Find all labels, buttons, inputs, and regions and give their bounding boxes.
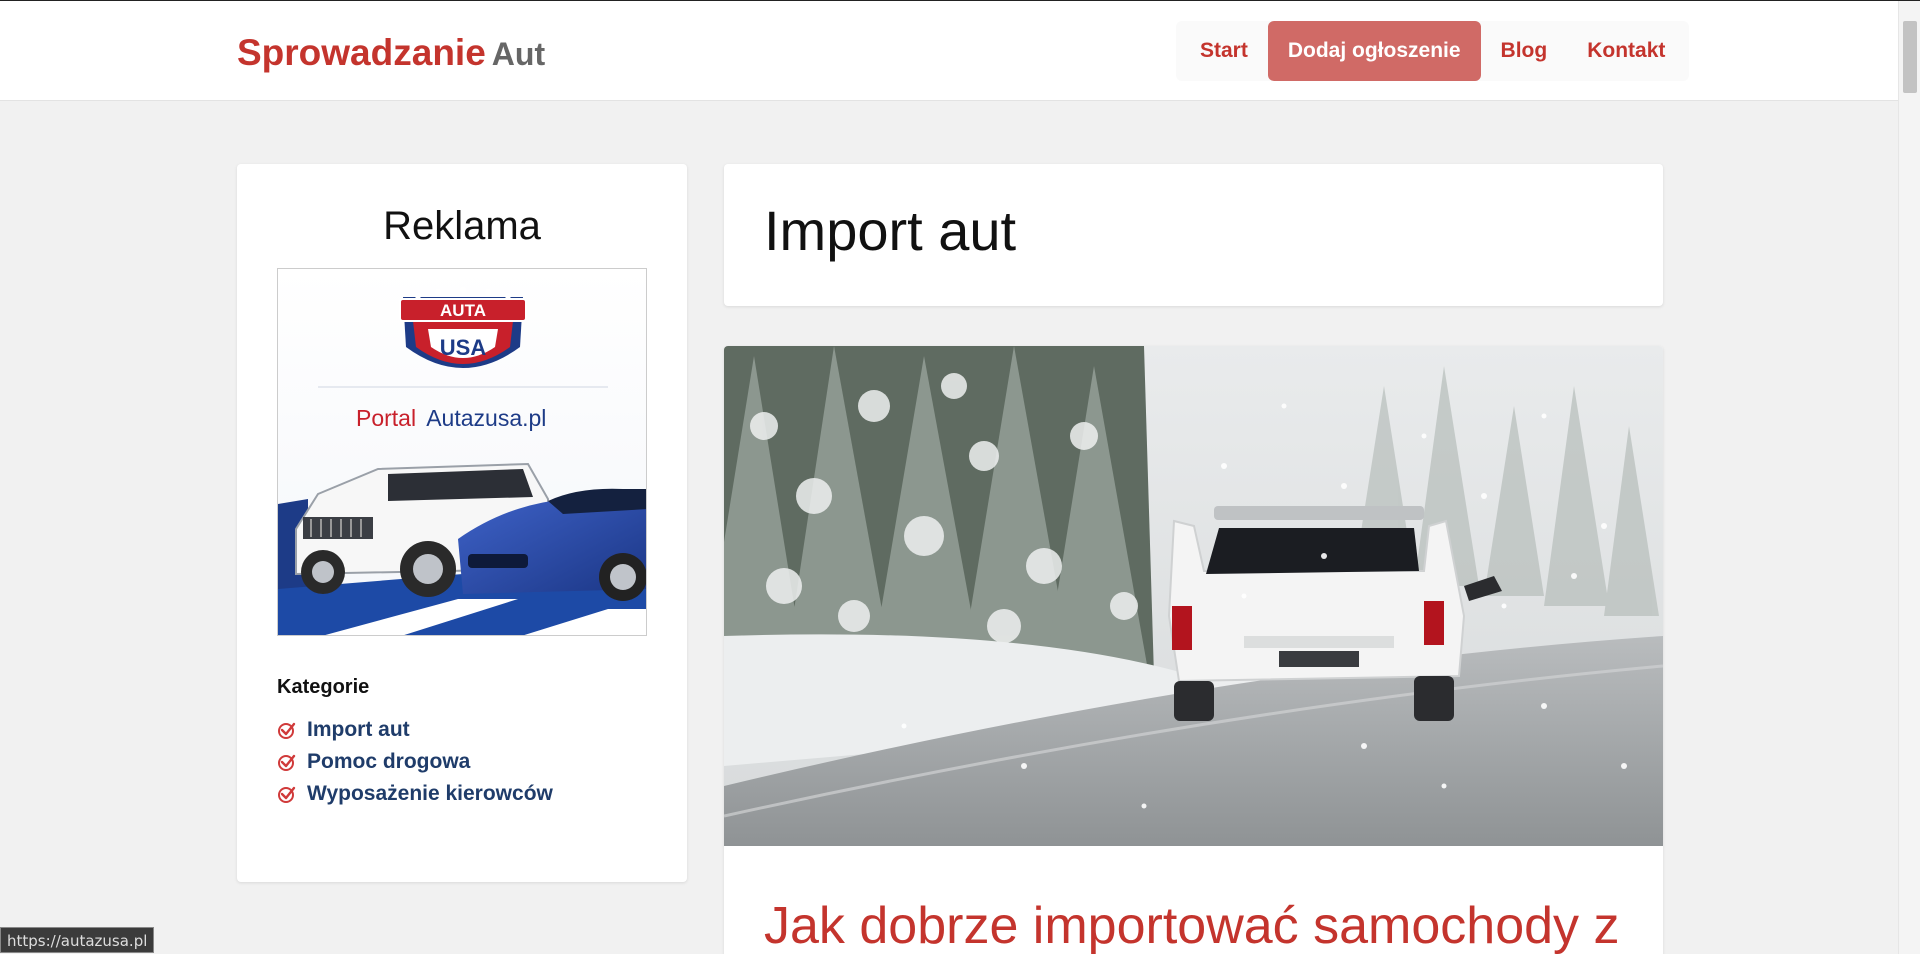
category-link-wyposazenie-kierowcow[interactable]: Wyposażenie kierowców — [307, 782, 553, 806]
nav-contact[interactable]: Kontakt — [1567, 21, 1685, 81]
scrollbar-thumb[interactable] — [1903, 21, 1917, 93]
svg-text:USA: USA — [440, 335, 487, 360]
check-circle-icon — [278, 754, 296, 771]
sidebar: Reklama AUTA USA Portal Autazusa.pl Kate… — [237, 164, 687, 882]
article-image[interactable] — [724, 346, 1663, 846]
brand-sub: Aut — [491, 36, 546, 72]
main-nav: Start Dodaj ogłoszenie Blog Kontakt — [1176, 21, 1690, 81]
check-circle-icon — [278, 786, 296, 803]
site-header: Sprowadzanie Aut Start Dodaj ogłoszenie B… — [0, 1, 1898, 101]
brand-main: Sprowadzanie — [237, 32, 486, 73]
svg-text:Portal Autazusa.pl: Portal Autazusa.pl — [356, 405, 546, 431]
check-circle-icon — [278, 722, 296, 739]
snowy-road-suv-image — [724, 346, 1663, 846]
categories-list: Import aut Pomoc drogowa Wyposażenie kie… — [277, 714, 553, 810]
site-logo[interactable]: Sprowadzanie Aut — [237, 30, 545, 77]
ad-banner[interactable]: AUTA USA Portal Autazusa.pl — [277, 268, 647, 636]
link-status-url: https://autazusa.pl — [0, 927, 155, 953]
article-card: Jak dobrze importować samochody z — [724, 346, 1663, 954]
ad-title: Reklama — [383, 204, 541, 248]
nav-blog[interactable]: Blog — [1481, 21, 1568, 81]
ad-banner-image: AUTA USA Portal Autazusa.pl — [278, 269, 646, 635]
categories-title: Kategorie — [277, 676, 370, 698]
list-item: Import aut — [277, 714, 553, 746]
list-item: Wyposażenie kierowców — [277, 778, 553, 810]
page-title-card: Import aut — [724, 164, 1663, 306]
category-link-import-aut[interactable]: Import aut — [307, 718, 410, 742]
page-title: Import aut — [764, 199, 1017, 262]
list-item: Pomoc drogowa — [277, 746, 553, 778]
nav-start[interactable]: Start — [1180, 21, 1268, 81]
article-title[interactable]: Jak dobrze importować samochody z — [764, 896, 1620, 954]
category-link-pomoc-drogowa[interactable]: Pomoc drogowa — [307, 750, 470, 774]
nav-add-listing-button[interactable]: Dodaj ogłoszenie — [1267, 21, 1481, 81]
page-scrollbar[interactable] — [1898, 1, 1920, 954]
svg-text:AUTA: AUTA — [440, 301, 486, 320]
